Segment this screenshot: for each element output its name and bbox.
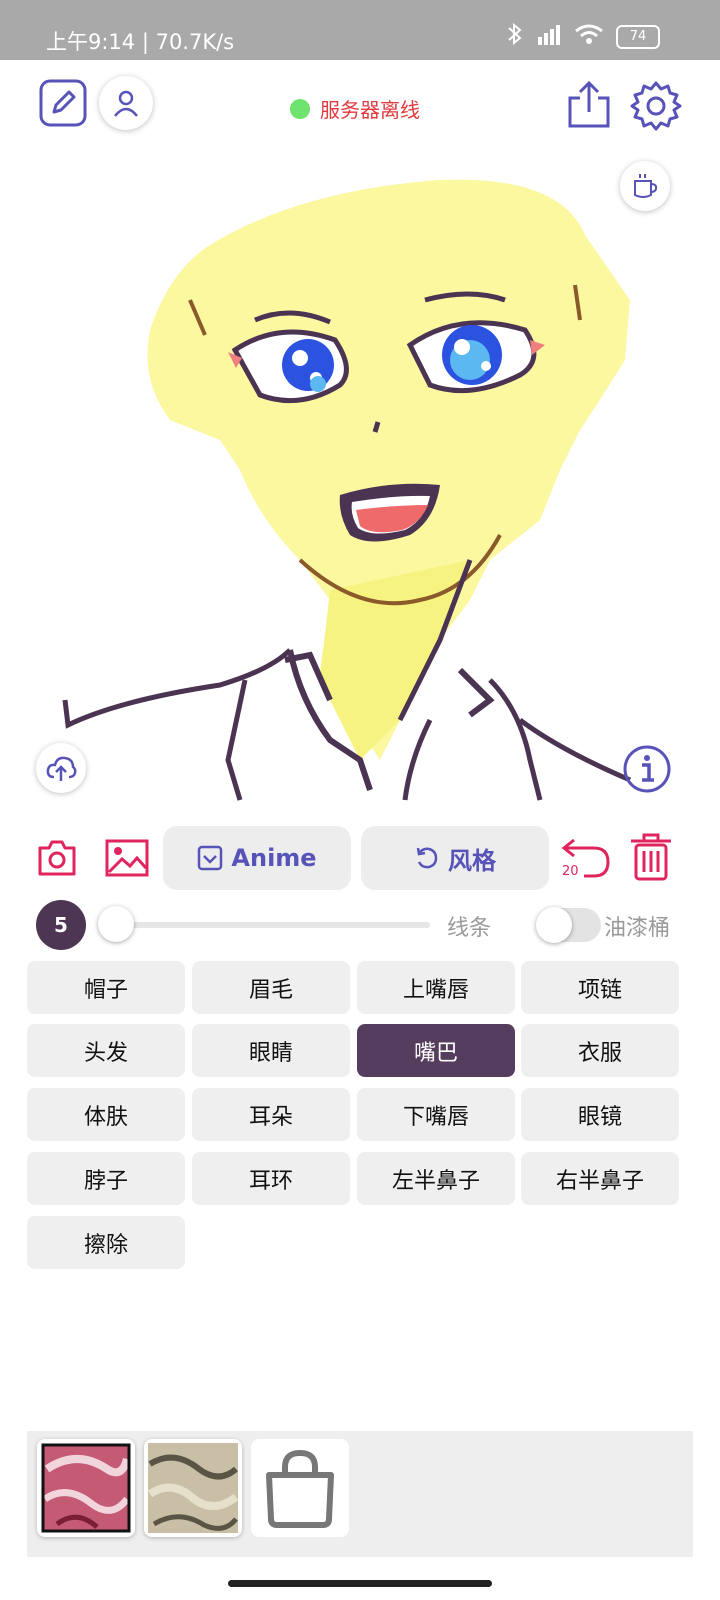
brush-controls: 5 线条 油漆桶 bbox=[0, 900, 720, 950]
category-upper-lip[interactable]: 上嘴唇 bbox=[357, 961, 515, 1014]
style-label: 风格 bbox=[448, 846, 496, 875]
status-icons: 74 bbox=[506, 22, 660, 51]
share-icon bbox=[568, 80, 610, 128]
battery-icon: 74 bbox=[616, 24, 660, 49]
category-earrings[interactable]: 耳环 bbox=[192, 1152, 350, 1205]
camera-icon bbox=[38, 840, 76, 876]
server-status: 服务器离线 bbox=[290, 94, 420, 123]
info-button[interactable] bbox=[622, 744, 672, 794]
category-glasses[interactable]: 眼镜 bbox=[521, 1088, 679, 1141]
status-bar: 上午9:14 | 70.7K/s 74 bbox=[0, 0, 720, 60]
share-button[interactable] bbox=[566, 80, 612, 130]
category-eyes[interactable]: 眼睛 bbox=[192, 1024, 350, 1077]
status-dot bbox=[290, 98, 310, 119]
category-left-nose[interactable]: 左半鼻子 bbox=[357, 1152, 515, 1205]
trash-icon bbox=[631, 833, 671, 881]
home-indicator[interactable] bbox=[228, 1580, 492, 1587]
brush-size-badge: 5 bbox=[36, 900, 86, 950]
coffee-icon bbox=[634, 174, 658, 198]
settings-button[interactable] bbox=[630, 80, 682, 132]
delete-button[interactable] bbox=[628, 832, 674, 882]
texture-thumbnail[interactable] bbox=[37, 1439, 135, 1537]
category-mouth[interactable]: 嘴巴 bbox=[357, 1024, 515, 1077]
bluetooth-icon bbox=[506, 22, 524, 51]
profile-button[interactable] bbox=[99, 76, 153, 130]
slider-thumb[interactable] bbox=[98, 906, 134, 942]
model-button[interactable]: Anime bbox=[163, 826, 351, 890]
category-right-nose[interactable]: 右半鼻子 bbox=[521, 1152, 679, 1205]
category-ears[interactable]: 耳朵 bbox=[192, 1088, 350, 1141]
shop-button[interactable] bbox=[251, 1439, 349, 1537]
category-necklace[interactable]: 项链 bbox=[521, 961, 679, 1014]
undo-count: 20 bbox=[562, 864, 579, 879]
category-erase[interactable]: 擦除 bbox=[27, 1216, 185, 1269]
signal-icon bbox=[536, 23, 562, 50]
shopping-bag-icon bbox=[266, 1449, 334, 1528]
category-eyebrows[interactable]: 眉毛 bbox=[192, 961, 350, 1014]
category-neck[interactable]: 脖子 bbox=[27, 1152, 185, 1205]
undo-button[interactable]: 20 bbox=[560, 830, 612, 886]
image-icon bbox=[105, 839, 149, 877]
drawing-canvas[interactable] bbox=[0, 150, 720, 820]
gallery-button[interactable] bbox=[104, 838, 150, 878]
model-label: Anime bbox=[231, 844, 317, 872]
category-clothes[interactable]: 衣服 bbox=[521, 1024, 679, 1077]
edit-icon[interactable] bbox=[38, 78, 88, 128]
app-header: 服务器离线 bbox=[0, 60, 720, 150]
wifi-icon bbox=[574, 23, 604, 50]
refresh-icon bbox=[416, 847, 438, 869]
toggle-knob[interactable] bbox=[536, 907, 572, 943]
texture-tray bbox=[27, 1431, 693, 1557]
sketch-drawing bbox=[62, 179, 631, 801]
coffee-button[interactable] bbox=[620, 161, 670, 211]
category-skin[interactable]: 体肤 bbox=[27, 1088, 185, 1141]
gear-icon bbox=[630, 81, 682, 131]
info-icon bbox=[623, 745, 671, 793]
brush-size-slider[interactable] bbox=[100, 922, 430, 928]
camera-button[interactable] bbox=[36, 838, 78, 878]
action-toolbar: Anime 风格 20 bbox=[0, 826, 720, 892]
user-icon bbox=[114, 90, 138, 117]
cloud-upload-icon bbox=[46, 756, 77, 781]
texture-thumbnail[interactable] bbox=[144, 1439, 242, 1537]
category-hat[interactable]: 帽子 bbox=[27, 961, 185, 1014]
server-status-text: 服务器离线 bbox=[320, 98, 420, 122]
checkbox-icon bbox=[198, 845, 223, 871]
style-button[interactable]: 风格 bbox=[361, 826, 549, 890]
status-time: 上午9:14 | 70.7K/s bbox=[46, 30, 235, 54]
bucket-label: 油漆桶 bbox=[604, 916, 671, 941]
line-label: 线条 bbox=[447, 916, 492, 941]
category-lower-lip[interactable]: 下嘴唇 bbox=[357, 1088, 515, 1141]
upload-button[interactable] bbox=[36, 743, 86, 793]
category-hair[interactable]: 头发 bbox=[27, 1024, 185, 1077]
